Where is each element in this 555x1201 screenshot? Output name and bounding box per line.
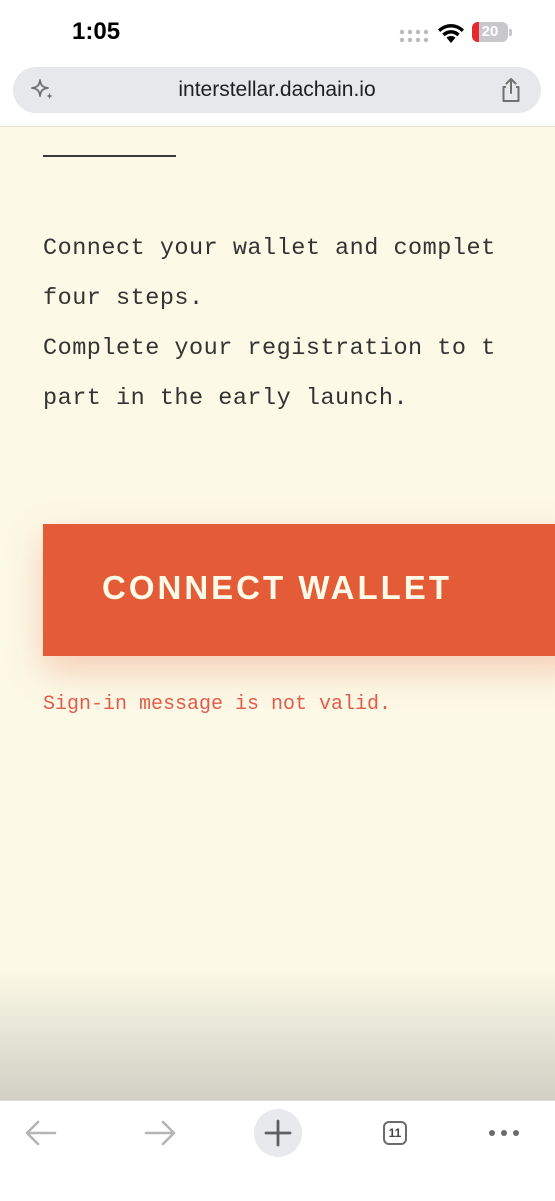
tabs-icon: 11 [383,1121,407,1145]
back-button[interactable] [17,1109,65,1157]
section-rule [43,155,176,157]
more-button[interactable] [480,1109,528,1157]
tabs-button[interactable]: 11 [371,1109,419,1157]
page-bottom-fade [0,970,555,1100]
intro-text: Connect your wallet and complet four ste… [43,224,496,424]
connect-wallet-button[interactable]: CONNECT WALLET [43,524,555,656]
wifi-icon [438,24,464,43]
forward-button[interactable] [136,1109,184,1157]
battery-nub [509,29,512,36]
more-icon [489,1130,519,1136]
intro-line: Complete your registration to t [43,335,496,362]
sparkle-icon[interactable] [29,76,57,104]
error-message: Sign-in message is not valid. [43,693,392,716]
back-arrow-icon [25,1120,57,1146]
url-text[interactable]: interstellar.dachain.io [73,67,481,113]
plus-icon [264,1119,292,1147]
status-bar: 1:05 20 [0,0,555,62]
intro-line: part in the early launch. [43,385,409,412]
address-bar[interactable]: interstellar.dachain.io [13,67,541,113]
intro-line: Connect your wallet and complet [43,235,496,262]
browser-toolbar: 11 [0,1100,555,1201]
battery-icon: 20 [472,22,508,42]
new-tab-button[interactable] [254,1109,302,1157]
web-page-content: Connect your wallet and complet four ste… [0,127,555,1100]
cellular-signal-icon [399,29,429,43]
forward-arrow-icon [144,1120,176,1146]
connect-wallet-label: CONNECT WALLET [102,569,452,606]
battery-level: 20 [481,23,499,40]
status-time: 1:05 [72,18,121,45]
intro-line: four steps. [43,285,204,312]
share-icon[interactable] [497,76,525,104]
